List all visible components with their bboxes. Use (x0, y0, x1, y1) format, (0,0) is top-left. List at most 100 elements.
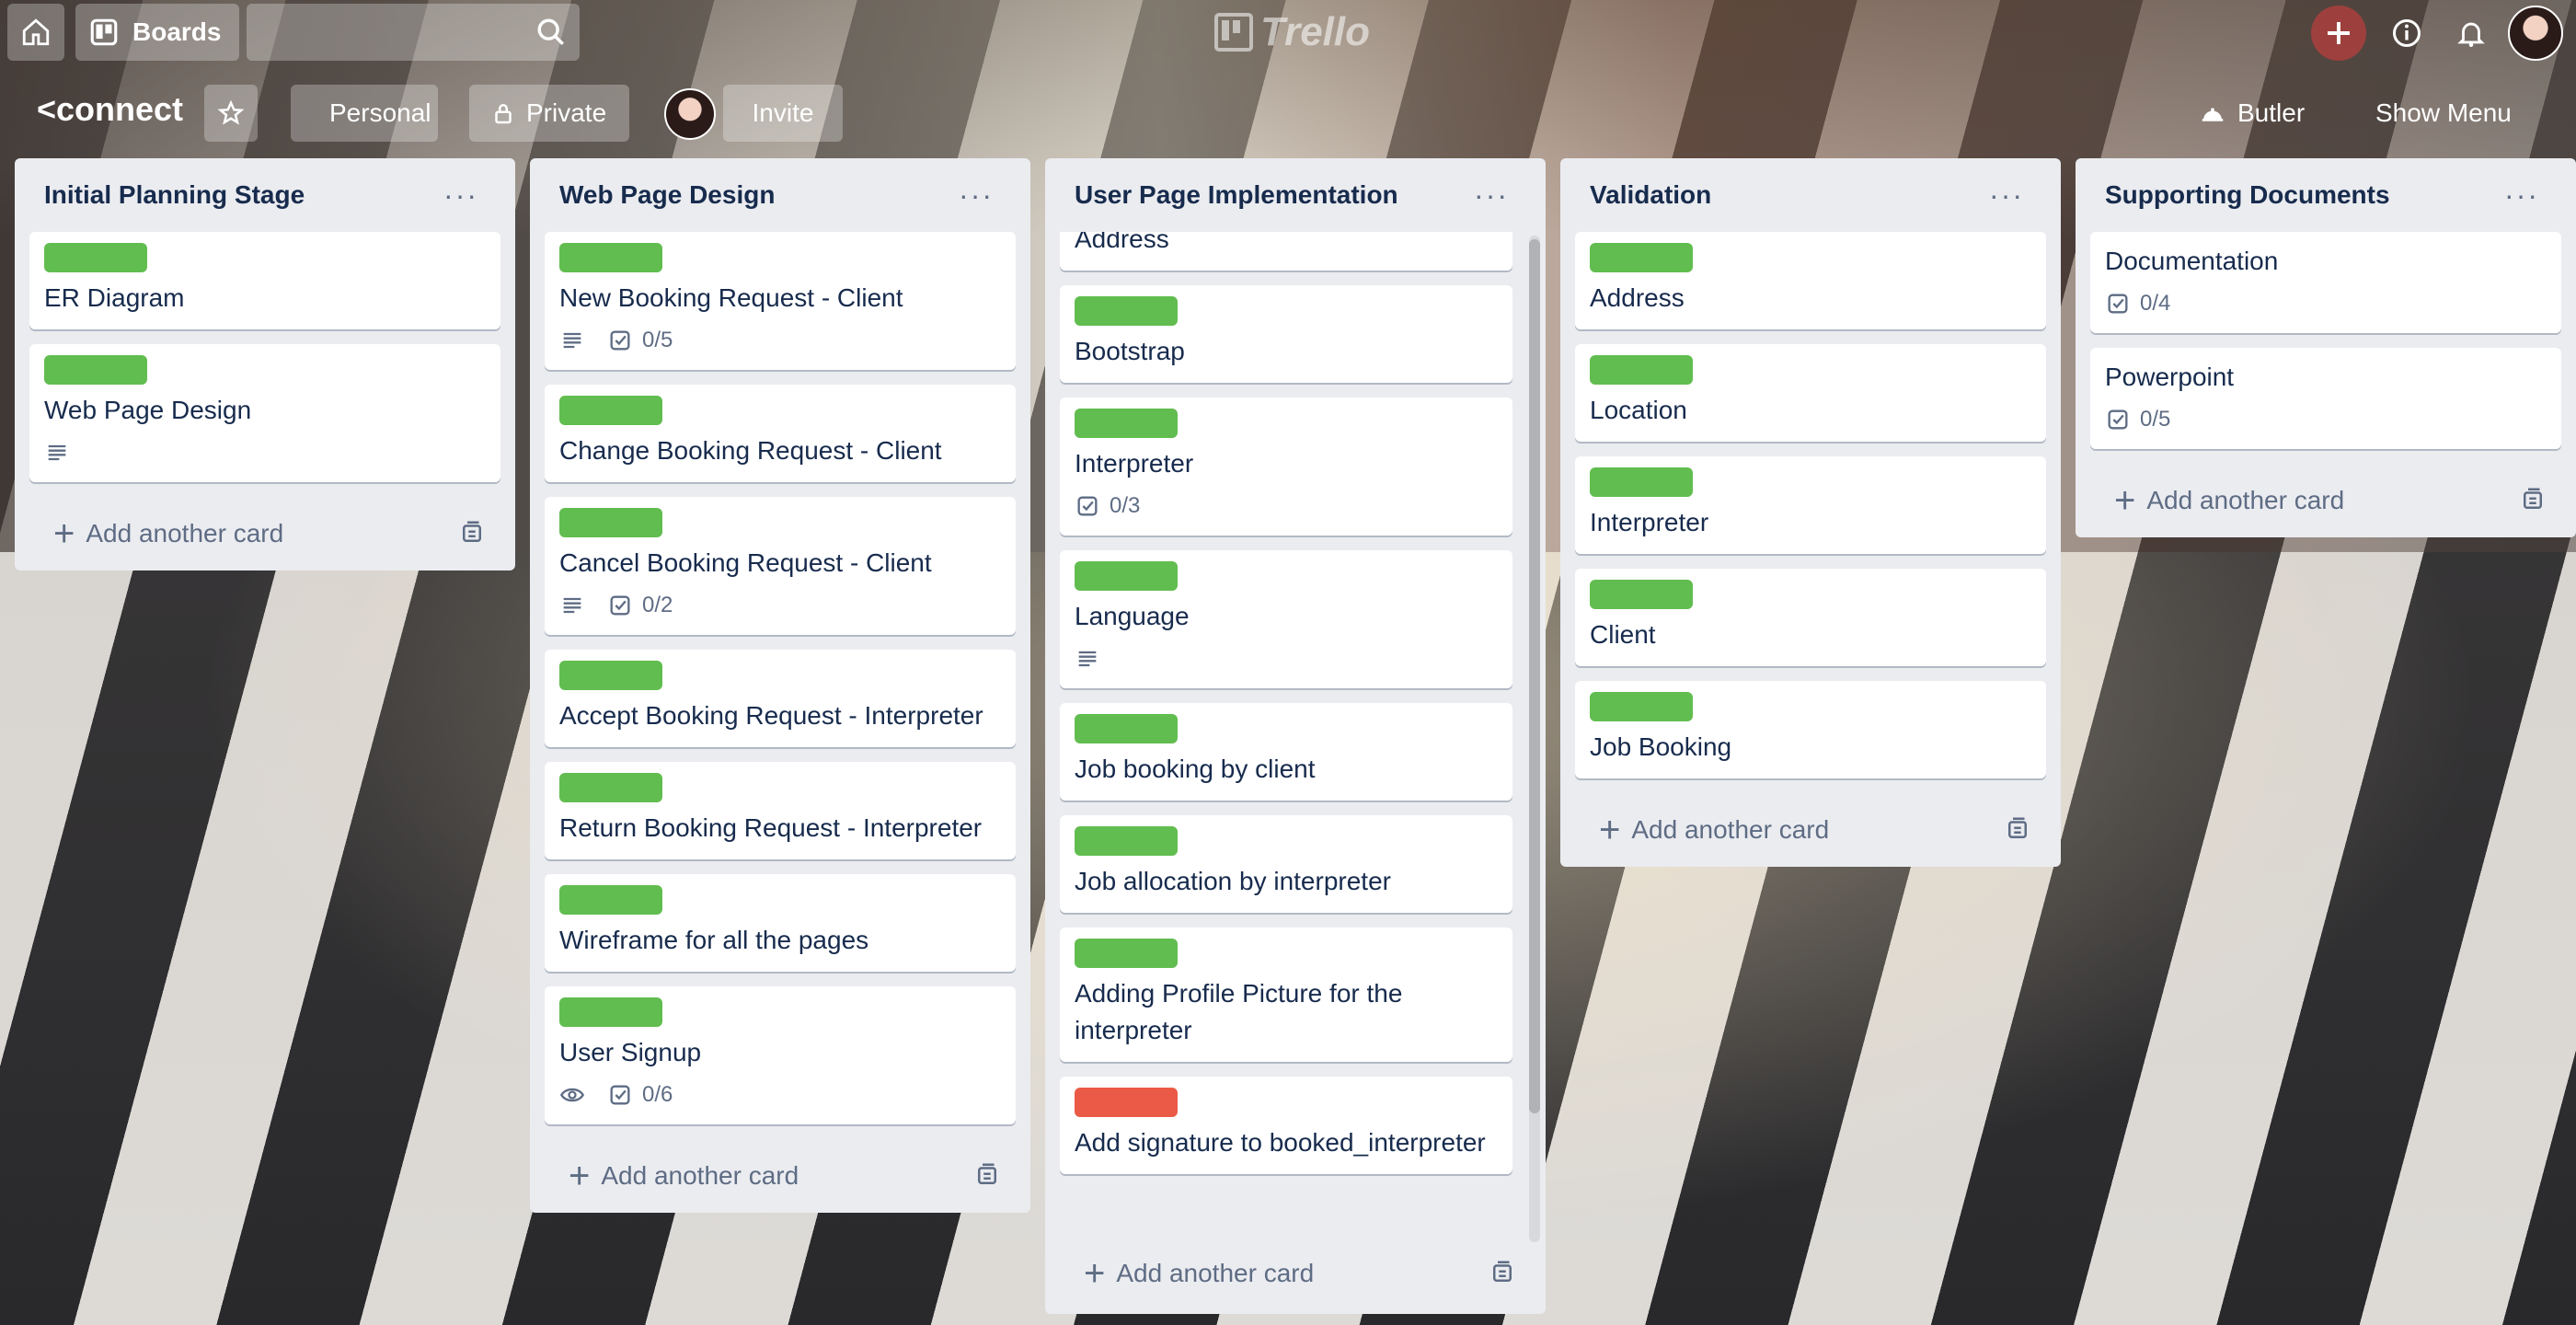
card-label-green[interactable] (1075, 714, 1178, 743)
card-label-green[interactable] (559, 773, 662, 802)
checklist-count: 0/2 (642, 593, 673, 617)
checklist-icon (610, 330, 630, 351)
star-board-button[interactable] (204, 85, 258, 142)
card[interactable]: Address (1575, 232, 2046, 329)
list-menu-button[interactable]: ··· (443, 179, 478, 213)
list-title[interactable]: Web Page Design (559, 180, 775, 210)
card[interactable]: Documentation 0/4 (2090, 232, 2561, 333)
card-label-green[interactable] (1590, 355, 1693, 385)
butler-label: Butler (2237, 98, 2306, 127)
list-title[interactable]: Initial Planning Stage (44, 180, 305, 210)
list-menu-button[interactable]: ··· (959, 179, 994, 213)
card-title: Add signature to booked_interpreter (1075, 1128, 1486, 1157)
info-button[interactable] (2379, 6, 2434, 61)
card[interactable]: Location (1575, 344, 2046, 442)
list-menu-button[interactable]: ··· (1474, 179, 1509, 213)
add-card-button[interactable]: + Add another card (1060, 1237, 1531, 1310)
butler-button[interactable]: Butler (2179, 85, 2335, 142)
card-label-green[interactable] (44, 243, 147, 272)
card[interactable]: Wireframe for all the pages (545, 874, 1016, 972)
card-label-green[interactable] (1075, 409, 1178, 438)
card-label-green[interactable] (1075, 561, 1178, 591)
card-label-green[interactable] (1590, 692, 1693, 721)
board-title[interactable]: <connect (37, 90, 183, 129)
card-label-green[interactable] (559, 243, 662, 272)
home-icon (22, 18, 50, 46)
card-label-green[interactable] (44, 355, 147, 385)
card[interactable]: Interpreter (1575, 456, 2046, 554)
card[interactable]: User Signup 0/6 (545, 986, 1016, 1124)
create-button[interactable] (2311, 6, 2366, 61)
lock-icon (495, 104, 512, 124)
card-label-green[interactable] (1590, 580, 1693, 609)
boards-label: Boards (132, 17, 222, 46)
card[interactable]: Job Booking (1575, 681, 2046, 778)
card-label-green[interactable] (559, 661, 662, 690)
add-card-button[interactable]: + Add another card (29, 497, 500, 570)
add-card-label: Add another card (1631, 815, 1830, 844)
list-scrollbar-thumb[interactable] (1529, 239, 1540, 1113)
member-avatar[interactable] (664, 88, 716, 140)
card-label-green[interactable] (559, 396, 662, 425)
card[interactable]: Cancel Booking Request - Client 0/2 (545, 497, 1016, 635)
card[interactable]: Accept Booking Request - Interpreter (545, 650, 1016, 747)
list-title[interactable]: Supporting Documents (2105, 180, 2390, 210)
plus-icon: + (2114, 480, 2136, 521)
card-label-green[interactable] (1590, 467, 1693, 497)
card-label-green[interactable] (559, 885, 662, 915)
card[interactable]: Bootstrap (1060, 285, 1512, 383)
list-title[interactable]: User Page Implementation (1075, 180, 1398, 210)
checklist-icon (2108, 409, 2128, 430)
card[interactable]: Client (1575, 569, 2046, 666)
card-template-icon[interactable] (1489, 1259, 1516, 1286)
card-label-green[interactable] (1075, 939, 1178, 968)
card-template-icon[interactable] (2004, 815, 2031, 843)
add-card-button[interactable]: + Add another card (1575, 793, 2046, 867)
card[interactable]: New Booking Request - Client 0/5 (545, 232, 1016, 370)
notifications-button[interactable] (2444, 6, 2499, 61)
team-visibility-button[interactable]: Personal (291, 85, 438, 142)
card[interactable]: Add signature to booked_interpreter (1060, 1077, 1512, 1174)
list-cards-scroll-area[interactable]: Address Bootstrap Interpreter 0/3 Langua… (1060, 232, 1512, 1237)
privacy-button[interactable]: Private (469, 85, 629, 142)
add-card-button[interactable]: + Add another card (545, 1139, 1016, 1213)
trello-logo[interactable]: Trello (1214, 7, 1370, 57)
card-badges: 0/3 (1075, 490, 1498, 523)
checklist-icon (2108, 294, 2128, 314)
user-avatar[interactable] (2508, 6, 2563, 61)
card-template-icon[interactable] (458, 519, 486, 547)
list-menu-button[interactable]: ··· (1989, 179, 2024, 213)
card-label-green[interactable] (559, 997, 662, 1027)
search-input[interactable] (247, 4, 580, 61)
card-label-green[interactable] (1590, 243, 1693, 272)
card[interactable]: Interpreter 0/3 (1060, 398, 1512, 536)
card-label-green[interactable] (559, 508, 662, 537)
card-title: Interpreter (1075, 449, 1194, 478)
add-card-button[interactable]: + Add another card (2090, 464, 2561, 537)
show-menu-button[interactable]: Show Menu (2355, 85, 2552, 142)
card[interactable]: Job allocation by interpreter (1060, 815, 1512, 913)
card-label-green[interactable] (1075, 826, 1178, 856)
home-button[interactable] (7, 4, 64, 61)
card-template-icon[interactable] (973, 1161, 1001, 1189)
card[interactable]: Language (1060, 550, 1512, 688)
card[interactable]: Adding Profile Picture for the interpret… (1060, 928, 1512, 1062)
description-icon (44, 440, 70, 466)
card-label-red[interactable] (1075, 1088, 1178, 1117)
card[interactable]: ER Diagram (29, 232, 500, 329)
card[interactable]: Web Page Design (29, 344, 500, 482)
card[interactable]: Job booking by client (1060, 703, 1512, 801)
card-title: ER Diagram (44, 283, 185, 312)
card[interactable]: Return Booking Request - Interpreter (545, 762, 1016, 859)
boards-button[interactable]: Boards (75, 4, 239, 61)
card-label-green[interactable] (1075, 296, 1178, 326)
card[interactable]: Address (1060, 232, 1512, 271)
list-menu-button[interactable]: ··· (2504, 179, 2539, 213)
list-title[interactable]: Validation (1590, 180, 1711, 210)
list-cards: Address Bootstrap Interpreter 0/3 Langua… (1060, 232, 1512, 1174)
card[interactable]: Powerpoint 0/5 (2090, 348, 2561, 449)
card-template-icon[interactable] (2519, 486, 2547, 513)
invite-button[interactable]: Invite (723, 85, 843, 142)
card[interactable]: Change Booking Request - Client (545, 385, 1016, 482)
card-title: Return Booking Request - Interpreter (559, 813, 983, 842)
